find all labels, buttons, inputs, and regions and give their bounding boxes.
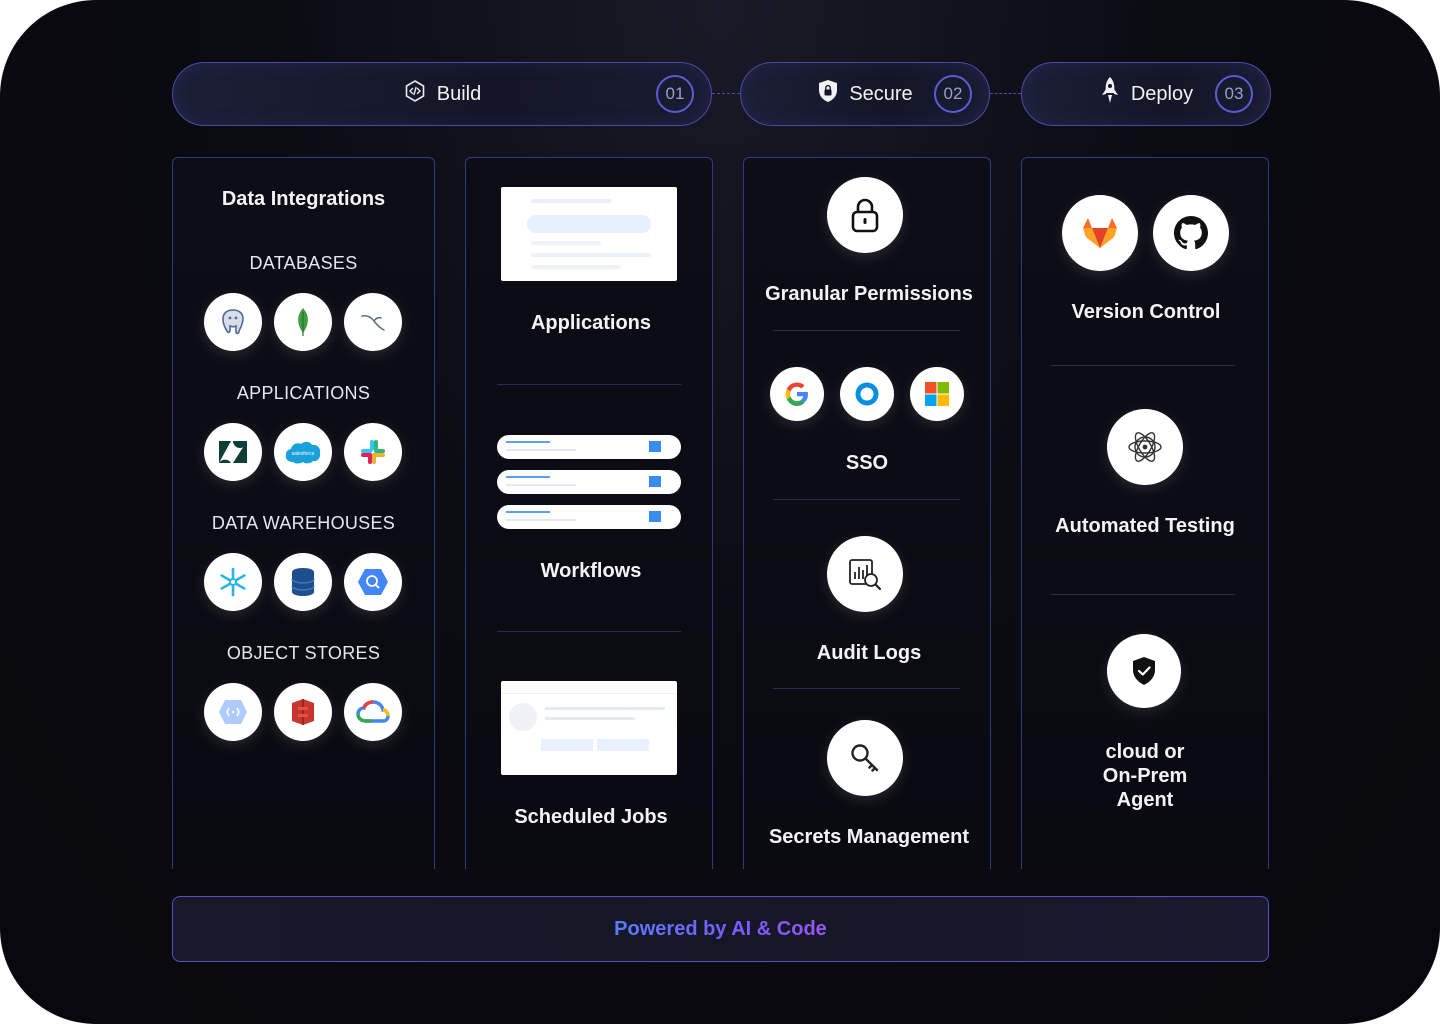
automated-testing-title: Automated Testing: [1055, 515, 1235, 537]
workflow-row: [497, 470, 681, 494]
padlock-icon: [827, 177, 903, 253]
divider: [1051, 594, 1235, 595]
agent-title-line: On-Prem: [1102, 765, 1188, 787]
divider: [1051, 365, 1235, 366]
microsoft-icon[interactable]: [910, 367, 964, 421]
footer-text: Powered by AI & Code: [614, 917, 827, 940]
main-frame: Build 01 Secure 02 Deploy 03 Data Integr…: [0, 0, 1440, 1024]
workflow-row: [497, 505, 681, 529]
step-build-pill[interactable]: Build 01: [172, 62, 712, 126]
step-secure-number: 02: [934, 75, 972, 113]
applications-title: Applications: [530, 312, 651, 334]
step-connector: [990, 93, 1021, 94]
data-warehouses-label: DATA WAREHOUSES: [211, 513, 396, 533]
lock-shield-icon: [817, 79, 839, 109]
step-deploy-label: Deploy: [1130, 82, 1194, 105]
step-deploy-number: 03: [1215, 75, 1253, 113]
google-icon[interactable]: [770, 367, 824, 421]
atom-icon: [1107, 409, 1183, 485]
object-stores-label: OBJECT STORES: [226, 643, 381, 663]
footer-banner: Powered by AI & Code: [172, 896, 1269, 962]
shield-check-icon: [1107, 634, 1181, 708]
salesforce-icon[interactable]: salesforce: [274, 423, 332, 481]
databases-label: DATABASES: [249, 253, 358, 273]
step-connector: [712, 93, 740, 94]
applications-preview: [501, 187, 677, 281]
workflows-title: Workflows: [540, 560, 642, 582]
zendesk-icon[interactable]: [204, 423, 262, 481]
snowflake-icon[interactable]: [204, 553, 262, 611]
salesforce-logo-text: salesforce: [292, 451, 315, 457]
divider: [497, 631, 681, 632]
database-icon[interactable]: [274, 553, 332, 611]
github-icon[interactable]: [1153, 195, 1229, 271]
audit-logs-title: Audit Logs: [816, 642, 922, 664]
step-secure-label: Secure: [849, 82, 913, 105]
bigquery-icon[interactable]: [344, 553, 402, 611]
mongodb-icon[interactable]: [274, 293, 332, 351]
divider: [773, 330, 960, 331]
step-secure-pill[interactable]: Secure 02: [740, 62, 990, 126]
version-control-title: Version Control: [1071, 301, 1221, 323]
postgresql-icon[interactable]: [204, 293, 262, 351]
step-build-label: Build: [436, 82, 482, 105]
step-build-number: 01: [656, 75, 694, 113]
applications-label: APPLICATIONS: [236, 383, 371, 403]
scheduled-jobs-preview: [501, 681, 677, 775]
workflow-row: [497, 435, 681, 459]
sso-title: SSO: [845, 452, 889, 474]
rocket-icon: [1099, 76, 1121, 112]
divider: [773, 499, 960, 500]
step-deploy-pill[interactable]: Deploy 03: [1021, 62, 1271, 126]
scheduled-jobs-title: Scheduled Jobs: [514, 806, 668, 828]
divider: [497, 384, 681, 385]
code-shield-icon: [403, 79, 427, 109]
data-integrations-column: Data Integrations DATABASES APPLICATIONS…: [172, 157, 435, 869]
slack-icon[interactable]: [344, 423, 402, 481]
audit-chart-icon: [827, 536, 903, 612]
agent-title-line: Agent: [1116, 789, 1174, 811]
agent-title: cloud or On-Prem Agent: [1021, 740, 1269, 812]
agent-title-line: cloud or: [1105, 741, 1185, 763]
secrets-management-title: Secrets Management: [768, 826, 970, 848]
data-integrations-title: Data Integrations: [221, 188, 386, 210]
mysql-icon[interactable]: [344, 293, 402, 351]
gcs-icon[interactable]: [204, 683, 262, 741]
divider: [773, 688, 960, 689]
google-cloud-icon[interactable]: [344, 683, 402, 741]
gitlab-icon[interactable]: [1062, 195, 1138, 271]
key-search-icon: [827, 720, 903, 796]
granular-permissions-title: Granular Permissions: [765, 283, 973, 305]
okta-icon[interactable]: [840, 367, 894, 421]
s3-icon[interactable]: [274, 683, 332, 741]
